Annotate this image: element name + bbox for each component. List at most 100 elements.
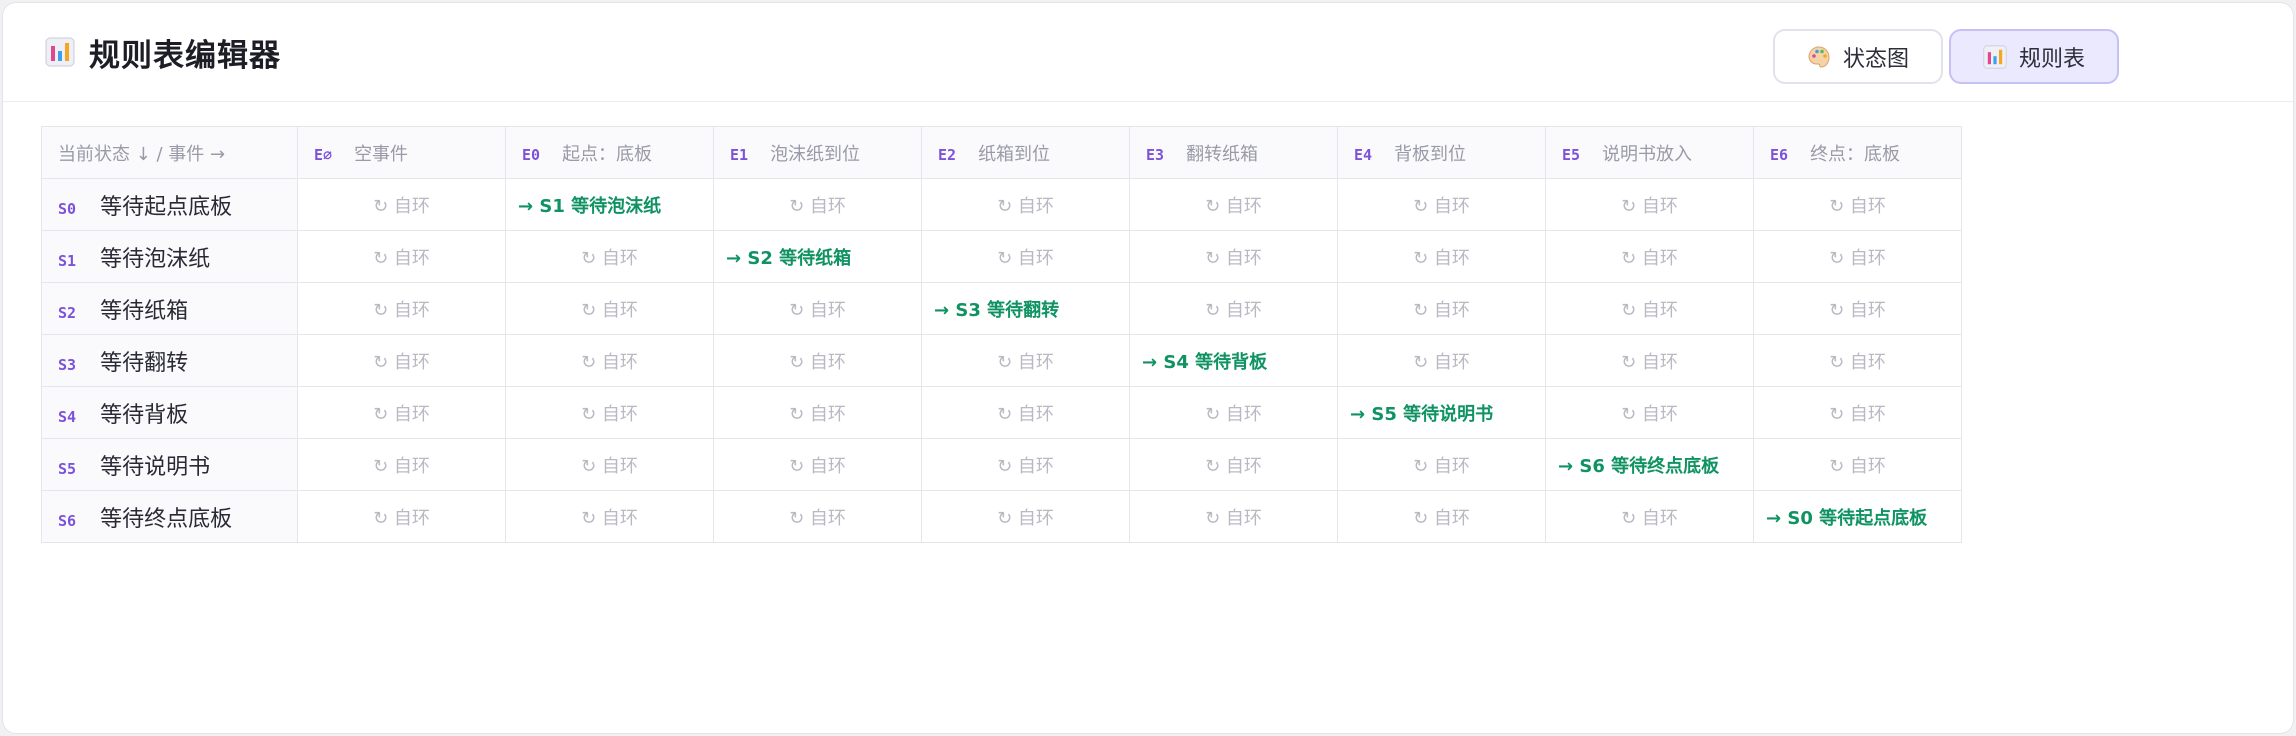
self-loop-cell[interactable]: ↻ 自环	[1337, 282, 1546, 335]
self-loop-cell[interactable]: ↻ 自环	[505, 490, 714, 543]
self-loop-cell[interactable]: ↻ 自环	[713, 490, 922, 543]
self-loop-cell[interactable]: ↻ 自环	[1545, 334, 1754, 387]
self-loop-cell[interactable]: ↻ 自环	[1545, 386, 1754, 439]
state-code: S1	[58, 251, 77, 270]
self-loop-cell[interactable]: ↻ 自环	[1129, 386, 1338, 439]
self-loop-cell[interactable]: ↻ 自环	[297, 334, 506, 387]
self-loop-cell[interactable]: ↻ 自环	[1545, 282, 1754, 335]
state-code: S6	[58, 511, 77, 530]
rule-table-button[interactable]: 规则表	[1949, 29, 2119, 84]
self-loop-cell[interactable]: ↻ 自环	[297, 490, 506, 543]
event-header: E2 纸箱到位	[921, 126, 1130, 179]
self-loop-cell[interactable]: ↻ 自环	[505, 334, 714, 387]
self-loop-cell[interactable]: ↻ 自环	[1753, 386, 1962, 439]
self-loop-cell[interactable]: ↻ 自环	[921, 386, 1130, 439]
self-loop-cell[interactable]: ↻ 自环	[1753, 230, 1962, 283]
rule-table: 当前状态 ↓ / 事件 → E∅ 空事件 E0 起点：底板 E1 泡沫纸到位 E2 纸箱…	[41, 126, 1962, 543]
self-loop-cell[interactable]: ↻ 自环	[921, 178, 1130, 231]
self-loop-cell[interactable]: ↻ 自环	[505, 438, 714, 491]
self-loop-cell[interactable]: ↻ 自环	[1753, 438, 1962, 491]
event-code: E4	[1354, 145, 1373, 164]
title-area: 规则表编辑器	[45, 31, 281, 74]
self-loop-cell[interactable]: ↻ 自环	[1337, 178, 1546, 231]
table-row: S1 等待泡沫纸 ↻ 自环 ↻ 自环 → S2 等待纸箱 ↻ 自环 ↻ 自环 ↻ 自环 ↻ 自环…	[41, 230, 1962, 283]
rule-table-container: 当前状态 ↓ / 事件 → E∅ 空事件 E0 起点：底板 E1 泡沫纸到位 E2 纸箱…	[41, 126, 1962, 543]
self-loop-cell[interactable]: ↻ 自环	[921, 490, 1130, 543]
self-loop-cell[interactable]: ↻ 自环	[1545, 178, 1754, 231]
event-header: E4 背板到位	[1337, 126, 1546, 179]
self-loop-cell[interactable]: ↻ 自环	[297, 178, 506, 231]
table-header-row: 当前状态 ↓ / 事件 → E∅ 空事件 E0 起点：底板 E1 泡沫纸到位 E2 纸箱…	[41, 126, 1962, 179]
state-code: S2	[58, 303, 77, 322]
self-loop-cell[interactable]: ↻ 自环	[921, 230, 1130, 283]
transition-cell[interactable]: → S0 等待起点底板	[1753, 490, 1962, 543]
state-row-header: S2 等待纸箱	[41, 282, 298, 335]
self-loop-cell[interactable]: ↻ 自环	[1545, 490, 1754, 543]
self-loop-cell[interactable]: ↻ 自环	[713, 386, 922, 439]
self-loop-cell[interactable]: ↻ 自环	[1545, 230, 1754, 283]
state-row-header: S5 等待说明书	[41, 438, 298, 491]
self-loop-cell[interactable]: ↻ 自环	[1129, 178, 1338, 231]
state-name: 等待起点底板	[100, 194, 233, 220]
palette-icon	[1807, 45, 1831, 69]
header: 规则表编辑器 状态图 规则表	[3, 3, 2293, 102]
self-loop-cell[interactable]: ↻ 自环	[713, 178, 922, 231]
state-code: S4	[58, 407, 77, 426]
self-loop-cell[interactable]: ↻ 自环	[1129, 282, 1338, 335]
self-loop-cell[interactable]: ↻ 自环	[713, 334, 922, 387]
transition-cell[interactable]: → S2 等待纸箱	[713, 230, 922, 283]
self-loop-cell[interactable]: ↻ 自环	[505, 282, 714, 335]
self-loop-cell[interactable]: ↻ 自环	[1337, 438, 1546, 491]
self-loop-cell[interactable]: ↻ 自环	[1753, 282, 1962, 335]
self-loop-cell[interactable]: ↻ 自环	[1753, 178, 1962, 231]
event-name: 翻转纸箱	[1186, 143, 1259, 165]
bar-chart-icon	[45, 37, 75, 67]
self-loop-cell[interactable]: ↻ 自环	[1337, 230, 1546, 283]
self-loop-cell[interactable]: ↻ 自环	[1337, 490, 1546, 543]
transition-cell[interactable]: → S1 等待泡沫纸	[505, 178, 714, 231]
table-row: S0 等待起点底板 ↻ 自环 → S1 等待泡沫纸 ↻ 自环 ↻ 自环 ↻ 自环 ↻ 自环 ↻ …	[41, 178, 1962, 231]
state-diagram-label: 状态图	[1842, 46, 1909, 72]
self-loop-cell[interactable]: ↻ 自环	[713, 282, 922, 335]
state-code: S5	[58, 459, 77, 478]
event-code: E1	[730, 145, 749, 164]
event-header: E6 终点：底板	[1753, 126, 1962, 179]
self-loop-cell[interactable]: ↻ 自环	[921, 334, 1130, 387]
state-diagram-button[interactable]: 状态图	[1773, 29, 1943, 84]
self-loop-cell[interactable]: ↻ 自环	[297, 230, 506, 283]
self-loop-cell[interactable]: ↻ 自环	[1129, 438, 1338, 491]
state-code: S0	[58, 199, 77, 218]
table-row: S6 等待终点底板 ↻ 自环 ↻ 自环 ↻ 自环 ↻ 自环 ↻ 自环 ↻ 自环 ↻ 自环 → S0…	[41, 490, 1962, 543]
self-loop-cell[interactable]: ↻ 自环	[1129, 490, 1338, 543]
event-header: E0 起点：底板	[505, 126, 714, 179]
event-name: 起点：底板	[562, 143, 653, 165]
state-row-header: S3 等待翻转	[41, 334, 298, 387]
state-name: 等待纸箱	[100, 298, 189, 324]
state-row-header: S1 等待泡沫纸	[41, 230, 298, 283]
state-row-header: S4 等待背板	[41, 386, 298, 439]
transition-cell[interactable]: → S4 等待背板	[1129, 334, 1338, 387]
transition-cell[interactable]: → S6 等待终点底板	[1545, 438, 1754, 491]
self-loop-cell[interactable]: ↻ 自环	[713, 438, 922, 491]
self-loop-cell[interactable]: ↻ 自环	[1129, 230, 1338, 283]
state-name: 等待说明书	[100, 454, 211, 480]
transition-cell[interactable]: → S3 等待翻转	[921, 282, 1130, 335]
self-loop-cell[interactable]: ↻ 自环	[297, 438, 506, 491]
self-loop-cell[interactable]: ↻ 自环	[297, 386, 506, 439]
self-loop-cell[interactable]: ↻ 自环	[1337, 334, 1546, 387]
state-name: 等待终点底板	[100, 506, 233, 532]
transition-cell[interactable]: → S5 等待说明书	[1337, 386, 1546, 439]
bar-chart-icon	[1983, 44, 2007, 69]
page-title: 规则表编辑器	[89, 37, 281, 74]
event-name: 空事件	[354, 143, 409, 165]
self-loop-cell[interactable]: ↻ 自环	[505, 230, 714, 283]
event-code: E6	[1770, 145, 1789, 164]
self-loop-cell[interactable]: ↻ 自环	[1753, 334, 1962, 387]
self-loop-cell[interactable]: ↻ 自环	[297, 282, 506, 335]
event-header: E1 泡沫纸到位	[713, 126, 922, 179]
event-name: 说明书放入	[1602, 143, 1693, 165]
self-loop-cell[interactable]: ↻ 自环	[921, 438, 1130, 491]
state-name: 等待泡沫纸	[100, 246, 211, 272]
self-loop-cell[interactable]: ↻ 自环	[505, 386, 714, 439]
event-code: E0	[522, 145, 541, 164]
